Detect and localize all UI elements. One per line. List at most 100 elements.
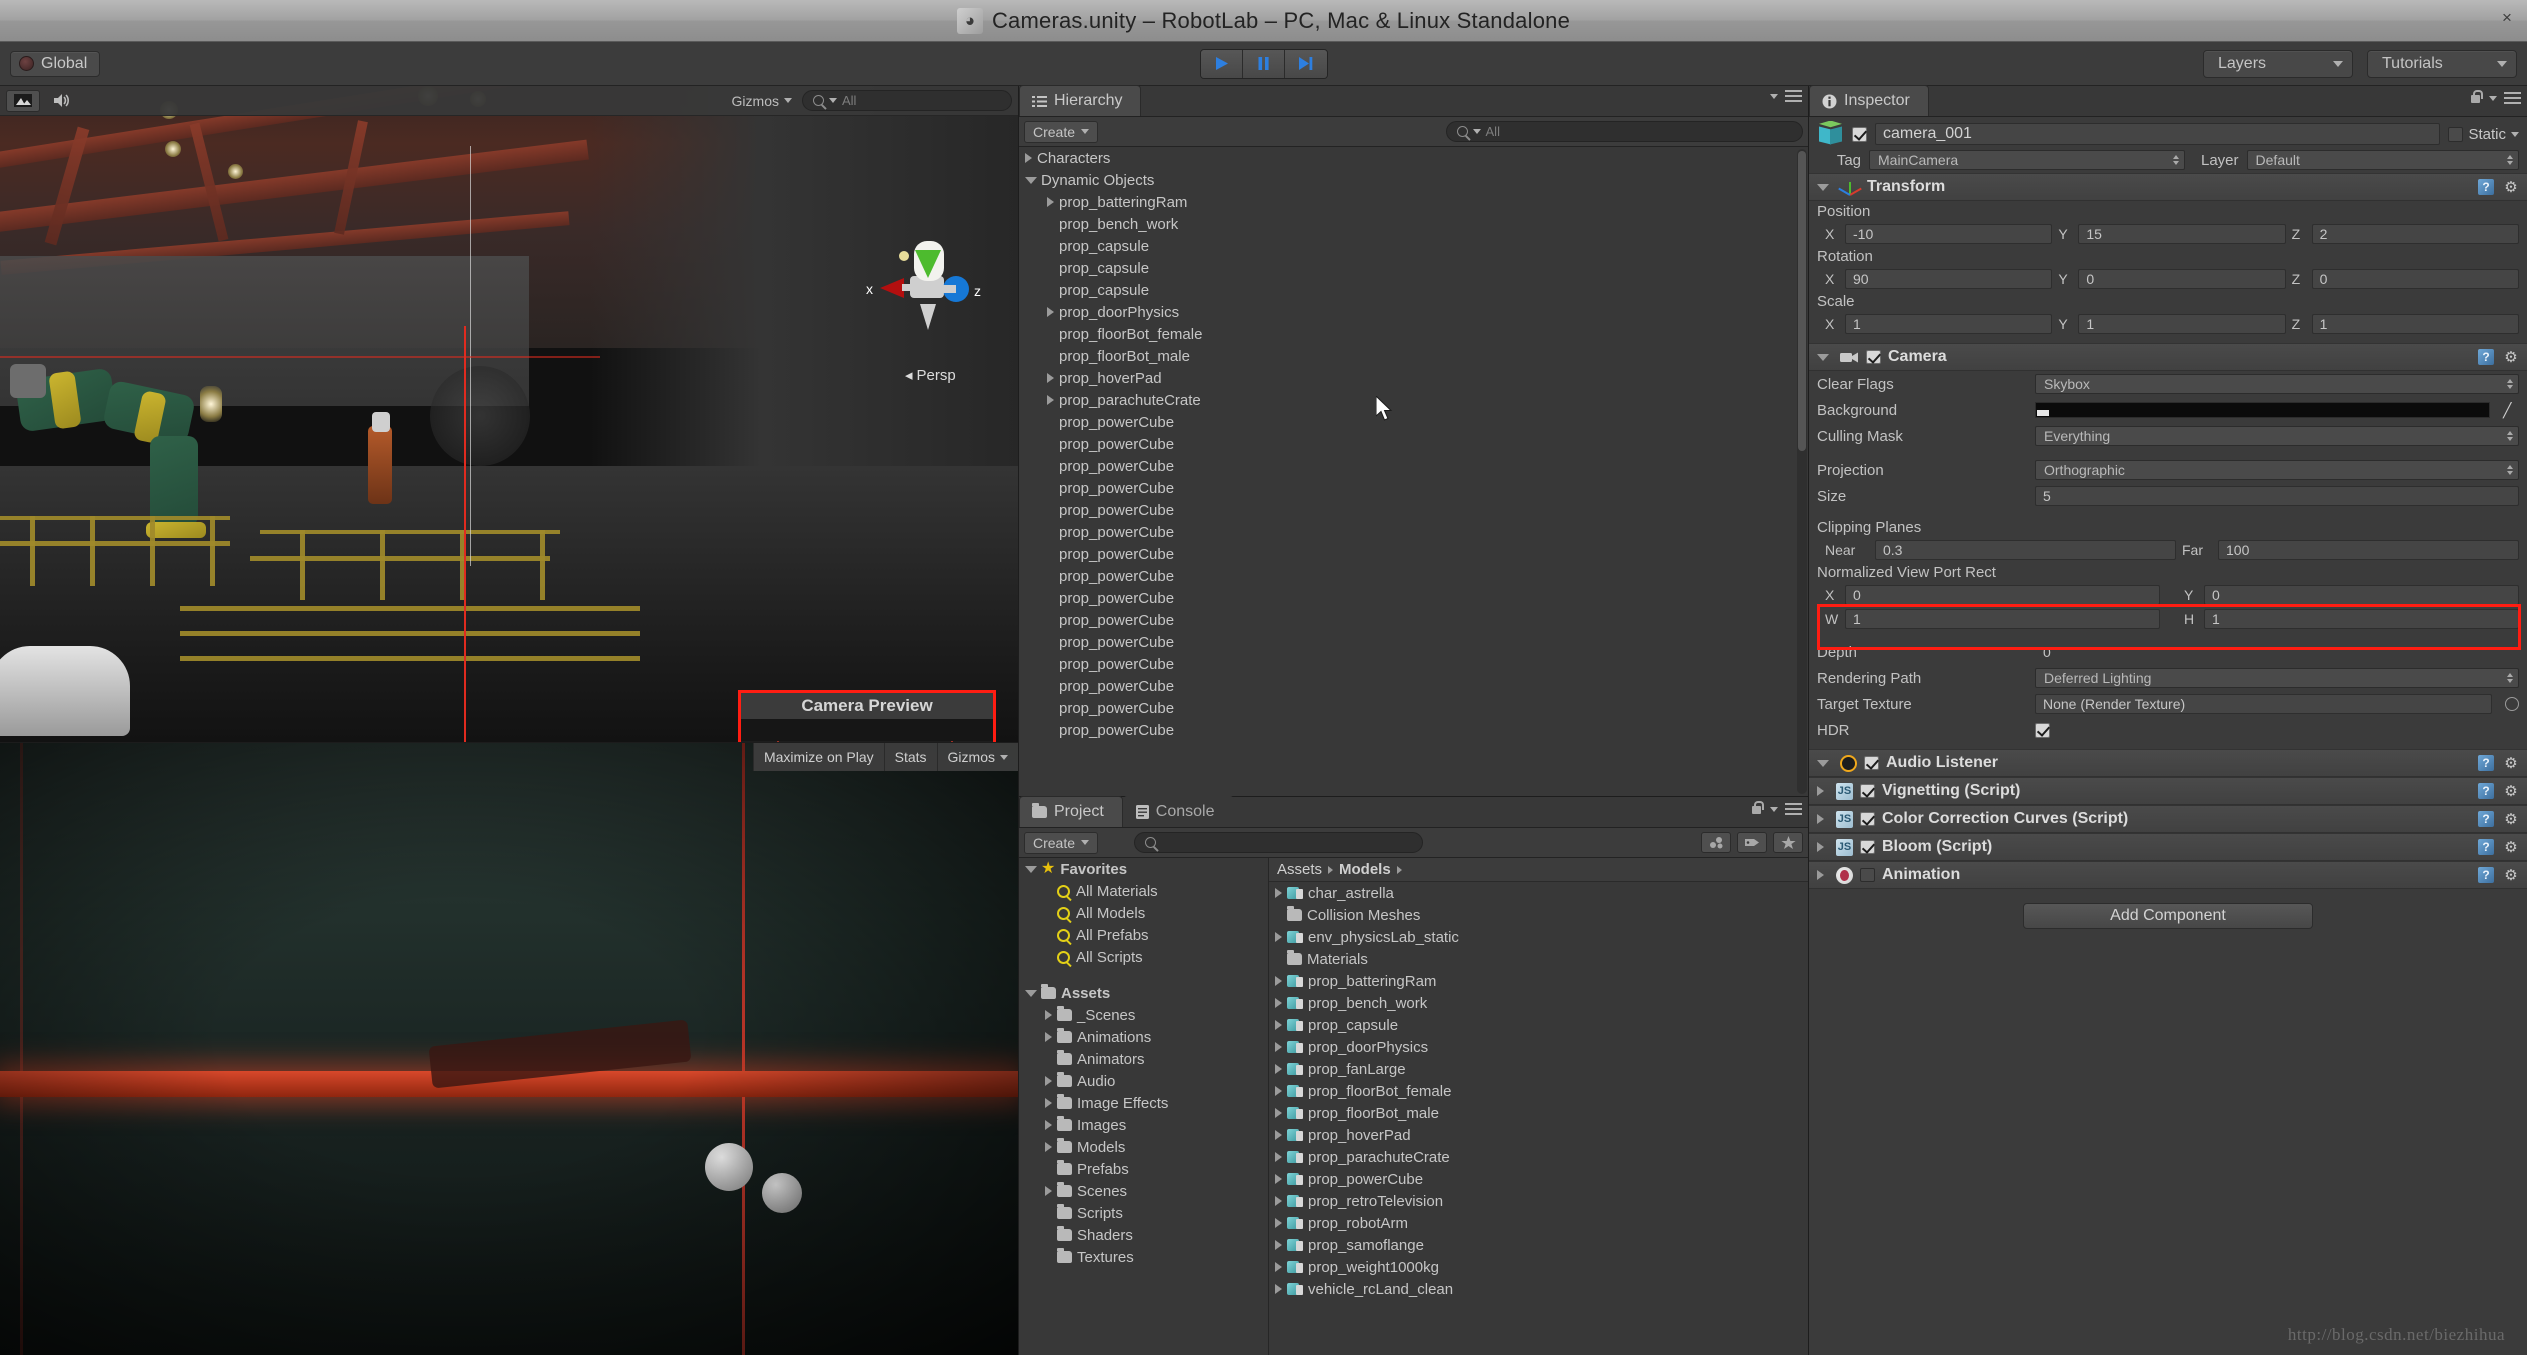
audio-toggle-icon[interactable] xyxy=(44,90,78,112)
chevron-right-icon[interactable] xyxy=(1045,1186,1052,1196)
hierarchy-item[interactable]: prop_capsule xyxy=(1019,235,1808,257)
culling-mask-dropdown[interactable]: Everything xyxy=(2035,426,2519,446)
chevron-down-icon[interactable] xyxy=(2511,131,2519,137)
position-z-input[interactable]: 2 xyxy=(2311,224,2519,244)
asset-row[interactable]: prop_capsule xyxy=(1269,1014,1808,1036)
asset-row[interactable]: Collision Meshes xyxy=(1269,904,1808,926)
project-folder-tree[interactable]: ★ Favorites All Materials All Models All Pre… xyxy=(1019,858,1269,1355)
asset-row[interactable]: prop_powerCube xyxy=(1269,1168,1808,1190)
project-tree-item[interactable]: Assets xyxy=(1019,982,1268,1004)
static-toggle[interactable]: Static xyxy=(2448,126,2519,143)
panel-menu-icon[interactable] xyxy=(1785,90,1802,102)
project-tree-item[interactable]: ★ Favorites xyxy=(1019,858,1268,880)
target-texture-field[interactable]: None (Render Texture) xyxy=(2035,694,2492,714)
project-tree-item[interactable]: All Scripts xyxy=(1019,946,1268,968)
hierarchy-item[interactable]: prop_doorPhysics xyxy=(1019,301,1808,323)
component-header[interactable]: JS Vignetting (Script)? ⚙ xyxy=(1809,777,2527,805)
chevron-right-icon[interactable] xyxy=(1817,842,1824,852)
chevron-right-icon[interactable] xyxy=(1275,1064,1282,1074)
chevron-down-icon[interactable] xyxy=(1025,865,1037,873)
asset-row[interactable]: prop_weight1000kg xyxy=(1269,1256,1808,1278)
asset-row[interactable]: prop_floorBot_male xyxy=(1269,1102,1808,1124)
asset-row[interactable]: char_astrella xyxy=(1269,882,1808,904)
hierarchy-item[interactable]: prop_powerCube xyxy=(1019,433,1808,455)
hierarchy-item[interactable]: prop_powerCube xyxy=(1019,543,1808,565)
hierarchy-item[interactable]: prop_capsule xyxy=(1019,257,1808,279)
hierarchy-item[interactable]: prop_powerCube xyxy=(1019,697,1808,719)
viewport-h-input[interactable]: 1 xyxy=(2204,609,2519,629)
game-gizmos-dropdown[interactable]: Gizmos xyxy=(936,743,1018,771)
hierarchy-search-input[interactable]: All xyxy=(1445,121,1803,142)
hierarchy-item[interactable]: prop_powerCube xyxy=(1019,477,1808,499)
project-search-input[interactable] xyxy=(1134,832,1423,853)
hierarchy-item[interactable]: prop_powerCube xyxy=(1019,499,1808,521)
asset-row[interactable]: Materials xyxy=(1269,948,1808,970)
object-filter-icon[interactable] xyxy=(1701,832,1731,853)
chevron-right-icon[interactable] xyxy=(1275,1174,1282,1184)
chevron-right-icon[interactable] xyxy=(1275,932,1282,942)
object-enabled-checkbox[interactable] xyxy=(1852,126,1867,142)
viewport-w-input[interactable]: 1 xyxy=(1845,609,2160,629)
gear-icon[interactable]: ⚙ xyxy=(2503,179,2519,195)
scale-x-input[interactable]: 1 xyxy=(1845,314,2053,334)
project-tree-item[interactable]: Animators xyxy=(1019,1048,1268,1070)
chevron-right-icon[interactable] xyxy=(1817,870,1824,880)
breadcrumb-segment[interactable]: Assets xyxy=(1277,861,1322,878)
chevron-right-icon[interactable] xyxy=(1275,976,1282,986)
panel-menu-icon[interactable] xyxy=(1785,803,1802,815)
component-header[interactable]: JS Bloom (Script)? ⚙ xyxy=(1809,833,2527,861)
tutorials-dropdown[interactable]: Tutorials xyxy=(2367,49,2517,78)
hierarchy-item[interactable]: Dynamic Objects xyxy=(1019,169,1808,191)
hierarchy-item[interactable]: prop_floorBot_female xyxy=(1019,323,1808,345)
hierarchy-item[interactable]: prop_powerCube xyxy=(1019,631,1808,653)
chevron-right-icon[interactable] xyxy=(1275,1130,1282,1140)
component-header-transform[interactable]: Transform ? ⚙ xyxy=(1809,173,2527,201)
component-enabled-checkbox[interactable] xyxy=(1860,840,1875,854)
label-filter-icon[interactable] xyxy=(1737,832,1767,853)
hierarchy-scrollbar[interactable] xyxy=(1797,149,1807,794)
static-checkbox[interactable] xyxy=(2448,126,2464,142)
project-tree-item[interactable]: Models xyxy=(1019,1136,1268,1158)
scale-y-input[interactable]: 1 xyxy=(2078,314,2286,334)
chevron-right-icon[interactable] xyxy=(1275,888,1282,898)
object-picker-icon[interactable] xyxy=(2505,697,2519,711)
help-icon[interactable]: ? xyxy=(2478,839,2494,855)
chevron-right-icon[interactable] xyxy=(1817,814,1824,824)
chevron-down-icon[interactable] xyxy=(1817,353,1829,361)
hierarchy-item[interactable]: prop_bench_work xyxy=(1019,213,1808,235)
tab-console[interactable]: Console xyxy=(1122,796,1234,827)
breadcrumb-segment[interactable]: Models xyxy=(1339,861,1391,878)
gear-icon[interactable]: ⚙ xyxy=(2503,755,2519,771)
chevron-down-icon[interactable] xyxy=(1817,759,1829,767)
close-icon[interactable]: × xyxy=(2495,6,2519,30)
pause-button[interactable] xyxy=(1242,49,1285,78)
asset-items[interactable]: char_astrella Collision Meshes env_physics… xyxy=(1269,882,1808,1300)
tab-project[interactable]: Project xyxy=(1019,796,1123,827)
asset-row[interactable]: vehicle_rcLand_clean xyxy=(1269,1278,1808,1300)
asset-row[interactable]: prop_doorPhysics xyxy=(1269,1036,1808,1058)
project-tree-item[interactable]: Scripts xyxy=(1019,1202,1268,1224)
viewport-x-input[interactable]: 0 xyxy=(1845,585,2160,605)
scene-gizmos-dropdown[interactable]: Gizmos xyxy=(728,93,796,109)
scene-search-input[interactable]: All xyxy=(802,90,1012,111)
project-tree-item[interactable]: All Models xyxy=(1019,902,1268,924)
chevron-right-icon[interactable] xyxy=(1045,1032,1052,1042)
lock-icon[interactable] xyxy=(1750,801,1764,817)
tag-dropdown[interactable]: MainCamera xyxy=(1869,150,2185,170)
help-icon[interactable]: ? xyxy=(2478,755,2494,771)
chevron-down-icon[interactable] xyxy=(1817,183,1829,191)
help-icon[interactable]: ? xyxy=(2478,349,2494,365)
rotation-x-input[interactable]: 90 xyxy=(1845,269,2053,289)
scene-view[interactable]: Gizmos All x z ◂ Persp Camera Preview xyxy=(0,86,1018,742)
asset-row[interactable]: prop_floorBot_female xyxy=(1269,1080,1808,1102)
hierarchy-item[interactable]: prop_powerCube xyxy=(1019,411,1808,433)
favorite-filter-icon[interactable] xyxy=(1773,832,1803,853)
position-y-input[interactable]: 15 xyxy=(2078,224,2286,244)
eyedropper-icon[interactable]: ╱ xyxy=(2503,402,2519,418)
camera-enabled-checkbox[interactable] xyxy=(1866,350,1881,364)
rotation-z-input[interactable]: 0 xyxy=(2311,269,2519,289)
panel-menu-icon[interactable] xyxy=(2504,92,2521,104)
project-tree-item[interactable]: All Materials xyxy=(1019,880,1268,902)
viewport-y-input[interactable]: 0 xyxy=(2204,585,2519,605)
hierarchy-item[interactable]: prop_powerCube xyxy=(1019,719,1808,741)
